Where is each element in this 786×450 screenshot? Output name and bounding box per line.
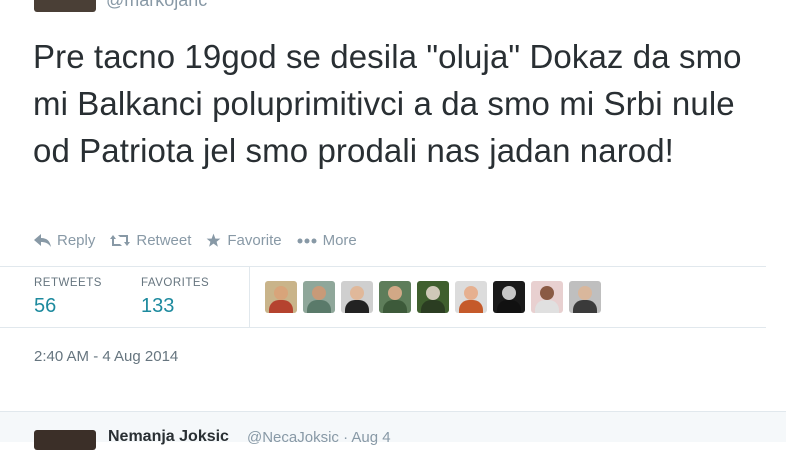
star-icon <box>207 233 221 247</box>
avatar-body <box>383 300 407 313</box>
favoriter-avatar[interactable] <box>455 281 487 313</box>
stats-divider <box>249 267 250 327</box>
favorites-count: 133 <box>141 295 175 317</box>
avatar-body <box>421 300 445 313</box>
favoriter-avatar[interactable] <box>265 281 297 313</box>
author-avatar[interactable] <box>34 0 96 12</box>
retweets-count: 56 <box>34 295 57 317</box>
favoriter-avatar[interactable] <box>493 281 525 313</box>
reply-author-name[interactable]: Nemanja Joksic <box>108 428 229 446</box>
reply-tweet[interactable]: Nemanja Joksic @NecaJoksic · Aug 4 <box>0 411 786 450</box>
reply-author-meta[interactable]: @NecaJoksic · Aug 4 <box>247 429 391 446</box>
tweet-text: Pre tacno 19god se desila "oluja" Dokaz … <box>33 38 742 169</box>
tweet-actions: Reply Retweet Favorite More <box>34 232 372 249</box>
reply-avatar[interactable] <box>34 430 96 450</box>
more-button[interactable]: More <box>297 232 357 249</box>
avatar-head <box>388 286 402 300</box>
favoriter-avatar[interactable] <box>531 281 563 313</box>
retweets-label: RETWEETS <box>34 277 102 289</box>
reply-icon <box>34 234 51 247</box>
avatar-head <box>350 286 364 300</box>
avatar-body <box>573 300 597 313</box>
avatar-head <box>464 286 478 300</box>
avatar-body <box>269 300 293 313</box>
favorite-label: Favorite <box>227 232 282 249</box>
tweet-stats: RETWEETS 56 FAVORITES 133 <box>0 266 766 328</box>
favoriter-avatars <box>265 281 607 313</box>
avatar-head <box>426 286 440 300</box>
retweet-label: Retweet <box>136 232 192 249</box>
more-dots-icon <box>297 238 317 243</box>
avatar-head <box>502 286 516 300</box>
avatar-body <box>497 300 521 313</box>
retweets-stat[interactable]: RETWEETS 56 <box>34 277 102 318</box>
favorites-label: FAVORITES <box>141 277 210 289</box>
favoriter-avatar[interactable] <box>341 281 373 313</box>
avatar-head <box>540 286 554 300</box>
avatar-head <box>274 286 288 300</box>
favoriter-avatar[interactable] <box>417 281 449 313</box>
avatar-body <box>535 300 559 313</box>
retweet-icon <box>110 235 131 246</box>
avatar-body <box>345 300 369 313</box>
favorite-button[interactable]: Favorite <box>206 232 282 249</box>
reply-label: Reply <box>57 232 96 249</box>
author-handle[interactable]: @markojaric <box>106 0 207 11</box>
favoriter-avatar[interactable] <box>303 281 335 313</box>
tweet-timestamp[interactable]: 2:40 AM - 4 Aug 2014 <box>34 348 178 365</box>
avatar-head <box>312 286 326 300</box>
reply-button[interactable]: Reply <box>34 232 95 249</box>
retweet-button[interactable]: Retweet <box>110 232 191 249</box>
favoriter-avatar[interactable] <box>379 281 411 313</box>
favoriter-avatar[interactable] <box>569 281 601 313</box>
more-label: More <box>322 232 357 249</box>
favorites-stat[interactable]: FAVORITES 133 <box>141 277 209 318</box>
avatar-body <box>459 300 483 313</box>
avatar-body <box>307 300 331 313</box>
avatar-head <box>578 286 592 300</box>
